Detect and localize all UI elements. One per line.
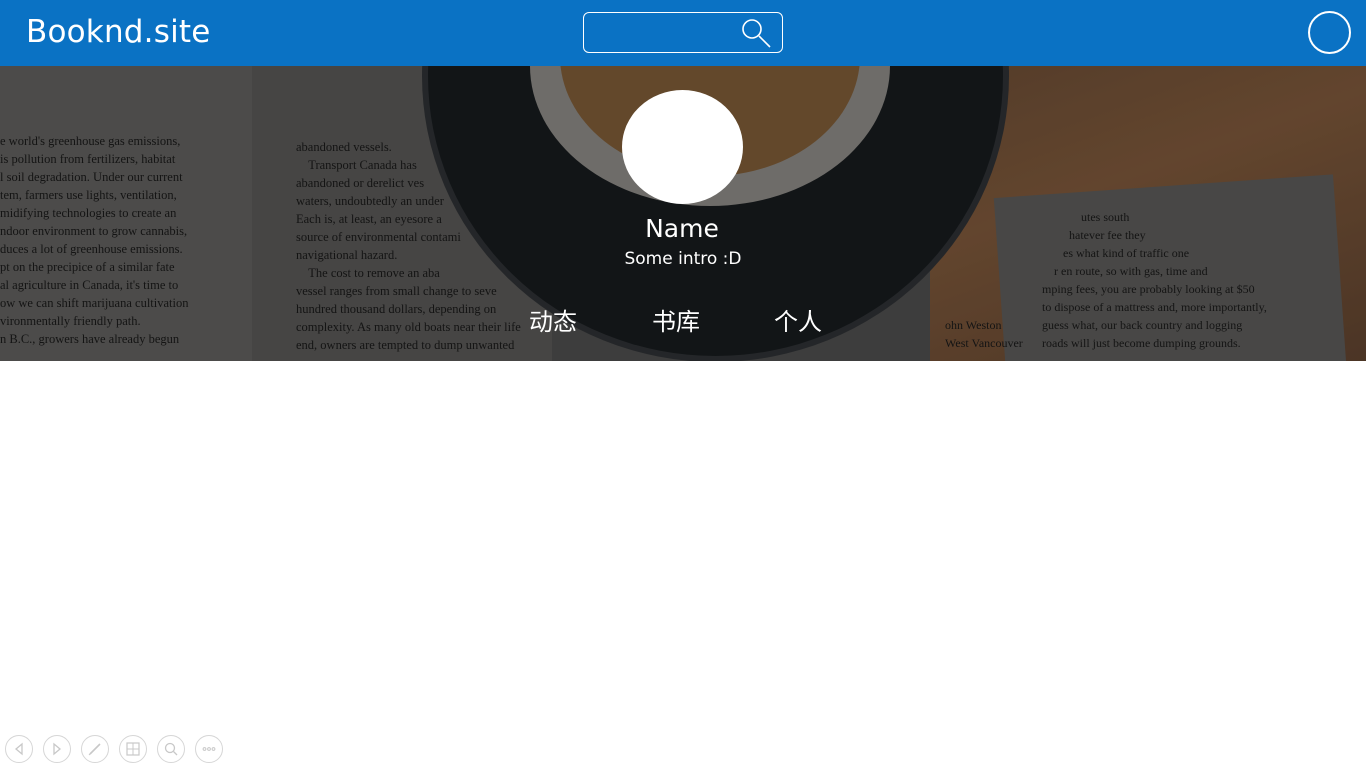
tab-activity[interactable]: 动态	[529, 302, 577, 337]
profile-banner: e world's greenhouse gas emissions, is p…	[0, 66, 1366, 361]
user-avatar-button[interactable]	[1308, 11, 1351, 54]
tab-personal[interactable]: 个人	[774, 302, 822, 337]
tab-library[interactable]: 书库	[652, 302, 700, 337]
profile-intro: Some intro :D	[624, 249, 742, 269]
pen-icon	[88, 743, 101, 756]
more-button[interactable]	[195, 735, 223, 763]
zoom-icon	[164, 742, 178, 756]
search-input[interactable]	[592, 19, 732, 47]
slides-button[interactable]	[119, 735, 147, 763]
grid-icon	[126, 742, 140, 756]
prev-button[interactable]	[5, 735, 33, 763]
site-logo[interactable]: Booknd.site	[26, 14, 211, 50]
search-box[interactable]	[583, 12, 783, 53]
more-icon	[202, 747, 216, 751]
search-icon[interactable]	[740, 17, 772, 49]
profile-avatar[interactable]	[622, 90, 743, 204]
next-button[interactable]	[43, 735, 71, 763]
prev-icon	[14, 742, 23, 756]
top-navigation-bar: Booknd.site	[0, 0, 1366, 66]
profile-name: Name	[645, 214, 719, 243]
pen-button[interactable]	[81, 735, 109, 763]
zoom-button[interactable]	[157, 735, 185, 763]
next-icon	[53, 742, 62, 756]
